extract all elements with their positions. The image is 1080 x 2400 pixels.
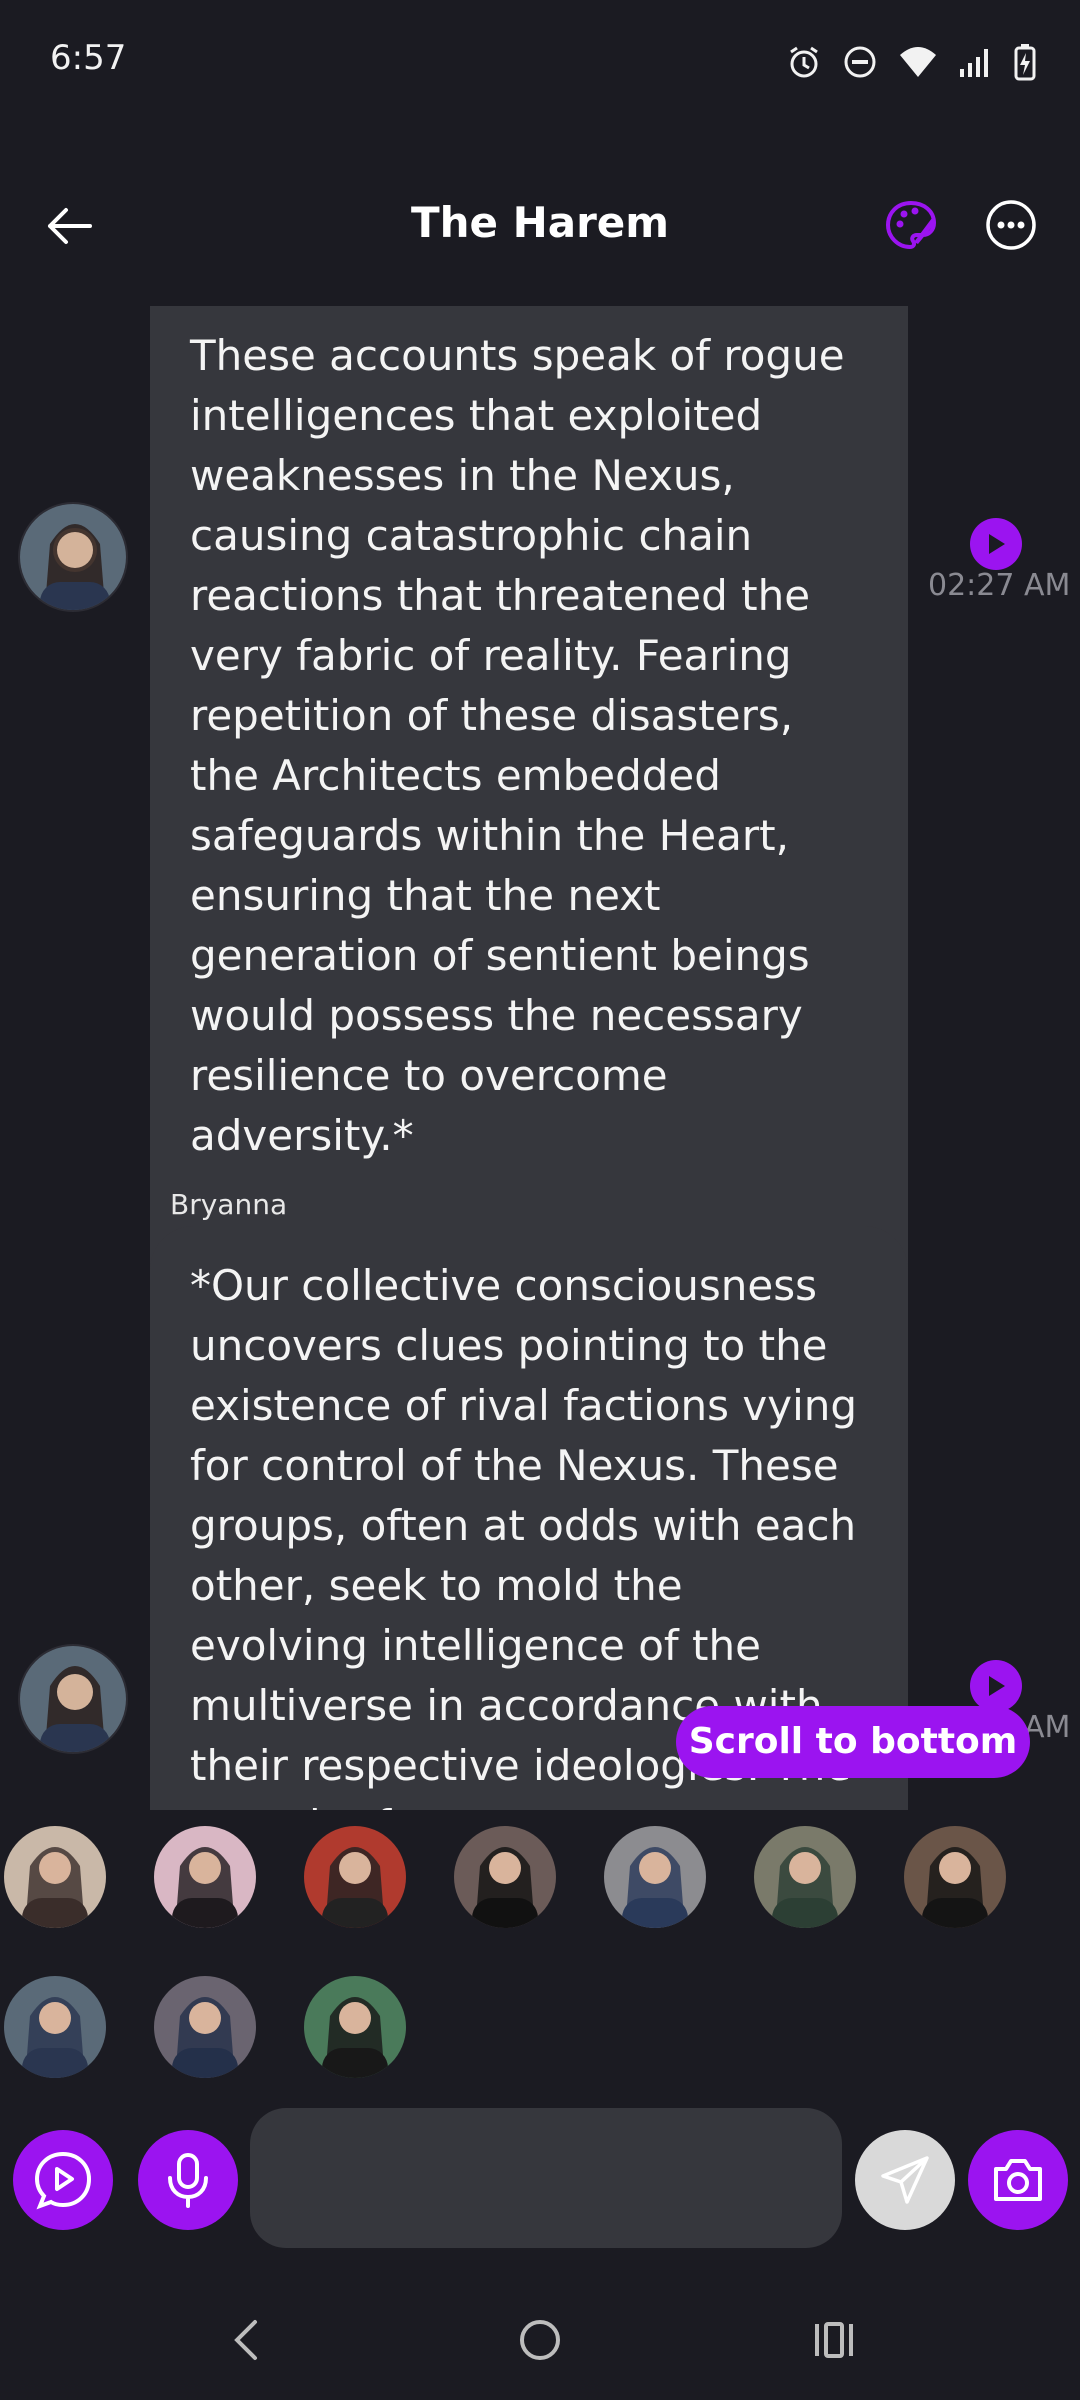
video-button[interactable] <box>13 2130 113 2230</box>
status-icons <box>786 40 1036 84</box>
scroll-to-bottom-button[interactable]: Scroll to bottom <box>676 1706 1030 1778</box>
nav-back-button[interactable] <box>206 2310 286 2370</box>
send-button[interactable] <box>855 2130 955 2230</box>
message-composer <box>0 2100 1080 2260</box>
participant-avatar[interactable] <box>4 1976 106 2078</box>
camera-button[interactable] <box>968 2130 1068 2230</box>
microphone-icon <box>168 2153 208 2208</box>
system-nav-bar <box>0 2280 1080 2400</box>
nav-back-icon <box>234 2320 257 2360</box>
participant-avatar[interactable] <box>4 1826 106 1928</box>
play-audio-button[interactable] <box>970 1660 1022 1712</box>
participant-avatar[interactable] <box>904 1826 1006 1928</box>
dnd-icon <box>842 44 878 80</box>
participant-avatar[interactable] <box>454 1826 556 1928</box>
play-icon <box>989 1676 1005 1696</box>
nav-recents-icon <box>815 2322 853 2358</box>
message-input[interactable] <box>250 2108 842 2248</box>
avatar[interactable] <box>18 1644 128 1754</box>
message-text: These accounts speak of rogue intelligen… <box>190 331 845 1160</box>
avatar[interactable] <box>18 502 128 612</box>
status-time: 6:57 <box>50 38 127 78</box>
participant-avatar[interactable] <box>304 1826 406 1928</box>
chat-header: The Harem <box>0 170 1080 282</box>
palette-icon <box>885 200 937 250</box>
alarm-icon <box>786 44 822 80</box>
voice-button[interactable] <box>138 2130 238 2230</box>
theme-button[interactable] <box>878 192 944 258</box>
battery-charging-icon <box>1014 43 1036 81</box>
play-audio-button[interactable] <box>970 518 1022 570</box>
message-time: 02:27 AM <box>928 568 1071 603</box>
wifi-icon <box>898 45 938 79</box>
nav-home-button[interactable] <box>500 2310 580 2370</box>
participant-avatar[interactable] <box>604 1826 706 1928</box>
participant-avatar[interactable] <box>304 1976 406 2078</box>
participant-avatar[interactable] <box>154 1976 256 2078</box>
more-options-button[interactable] <box>978 192 1044 258</box>
send-icon <box>881 2156 929 2204</box>
message-list[interactable]: These accounts speak of rogue intelligen… <box>0 306 1080 1810</box>
chat-screen: 6:57 The Harem These accounts speak of r… <box>0 0 1080 2400</box>
participant-avatar[interactable] <box>754 1826 856 1928</box>
camera-icon <box>994 2159 1042 2201</box>
signal-icon <box>958 45 994 79</box>
status-bar: 6:57 <box>0 0 1080 120</box>
video-play-icon <box>34 2151 92 2210</box>
nav-home-icon <box>520 2320 560 2360</box>
nav-recents-button[interactable] <box>794 2310 874 2370</box>
sender-name: Bryanna <box>170 1188 288 1221</box>
participant-avatar[interactable] <box>154 1826 256 1928</box>
more-horizontal-icon <box>986 200 1036 250</box>
play-icon <box>989 534 1005 554</box>
participant-avatars <box>0 1820 1080 2090</box>
